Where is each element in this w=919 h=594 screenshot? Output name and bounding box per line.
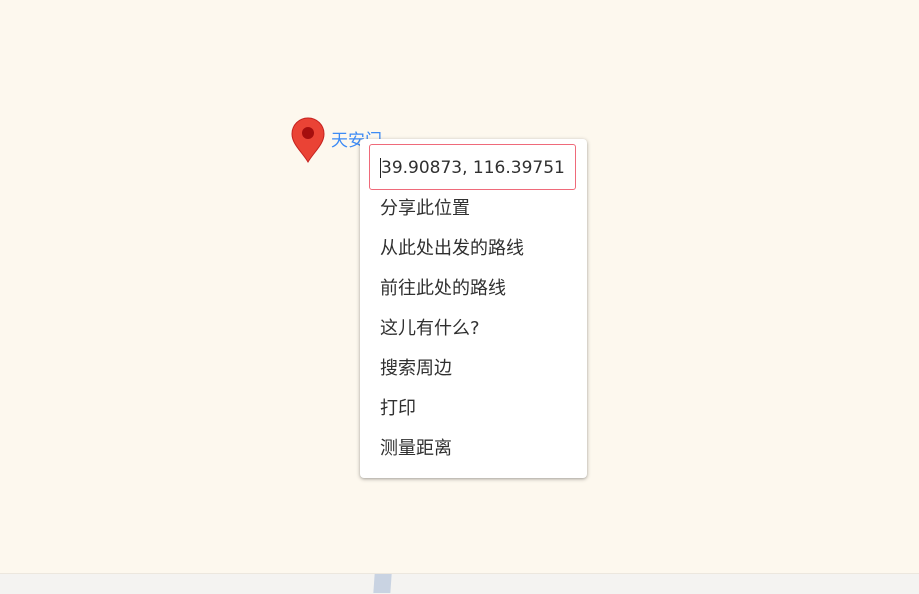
menu-item-print[interactable]: 打印	[360, 390, 587, 430]
menu-item-search-nearby[interactable]: 搜索周边	[360, 350, 587, 390]
map-pin-icon[interactable]	[290, 116, 326, 164]
coordinates-text: 39.90873, 116.39751	[381, 158, 565, 178]
context-menu: 39.90873, 116.39751 分享此位置 从此处出发的路线 前往此处的…	[360, 139, 587, 478]
menu-item-whats-here[interactable]: 这儿有什么?	[360, 310, 587, 350]
coordinates-field[interactable]: 39.90873, 116.39751	[369, 144, 576, 190]
context-menu-items: 分享此位置 从此处出发的路线 前往此处的路线 这儿有什么? 搜索周边 打印 测量…	[360, 190, 587, 470]
menu-item-directions-to-here[interactable]: 前往此处的路线	[360, 270, 587, 310]
road-segment	[373, 574, 392, 593]
menu-item-measure-distance[interactable]: 测量距离	[360, 430, 587, 470]
map-canvas[interactable]: 天安门 39.90873, 116.39751 分享此位置 从此处出发的路线 前…	[0, 0, 919, 594]
menu-item-share-location[interactable]: 分享此位置	[360, 190, 587, 230]
menu-item-directions-from-here[interactable]: 从此处出发的路线	[360, 230, 587, 270]
map-bottom-band	[0, 573, 919, 594]
